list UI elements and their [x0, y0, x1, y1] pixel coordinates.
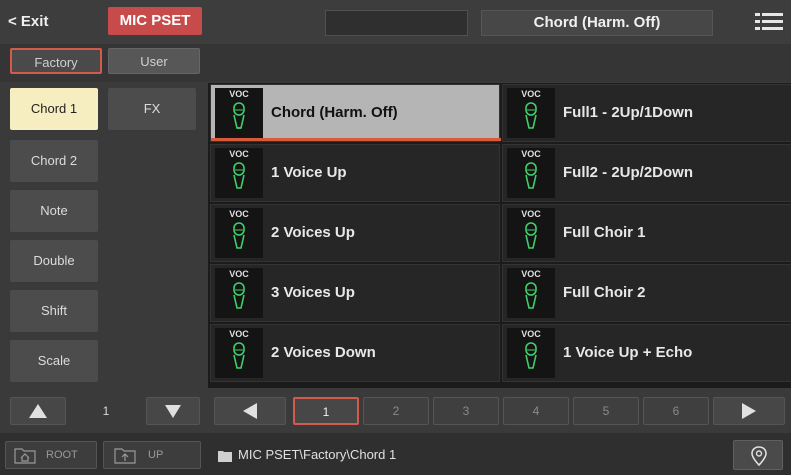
preset-2-voices-down[interactable]: VOC 2 Voices Down — [210, 324, 500, 382]
microphone-icon — [233, 102, 245, 129]
voc-tag: VOC — [521, 89, 541, 99]
tab-user[interactable]: User — [108, 48, 200, 74]
microphone-icon — [233, 342, 245, 369]
preset-1-voice-up-echo[interactable]: VOC 1 Voice Up + Echo — [502, 324, 791, 382]
preset-full1-2up-1down[interactable]: VOC Full1 - 2Up/1Down — [502, 84, 791, 142]
voc-tag: VOC — [521, 269, 541, 279]
root-button[interactable]: ROOT — [5, 441, 97, 469]
selected-preset-display[interactable]: Chord (Harm. Off) — [481, 10, 713, 36]
voc-tag: VOC — [229, 209, 249, 219]
category-double[interactable]: Double — [10, 240, 98, 282]
preset-label: 1 Voice Up — [271, 164, 347, 181]
voc-tag: VOC — [229, 329, 249, 339]
microphone-icon — [233, 222, 245, 249]
preset-label: Full2 - 2Up/2Down — [563, 164, 694, 181]
category-fx[interactable]: FX — [108, 88, 196, 130]
page-next-button[interactable] — [713, 397, 785, 425]
voc-badge: VOC — [215, 328, 263, 378]
folder-icon — [218, 449, 232, 462]
preset-label: 1 Voice Up + Echo — [563, 344, 693, 361]
voc-badge: VOC — [215, 148, 263, 198]
current-path: MIC PSET\Factory\Chord 1 — [238, 447, 397, 462]
preset-label: 2 Voices Down — [271, 344, 376, 361]
preset-1-voice-up[interactable]: VOC 1 Voice Up — [210, 144, 500, 202]
preset-2-voices-up[interactable]: VOC 2 Voices Up — [210, 204, 500, 262]
preset-label: 2 Voices Up — [271, 224, 355, 241]
preset-full-choir-1[interactable]: VOC Full Choir 1 — [502, 204, 791, 262]
folder-home-icon — [14, 448, 36, 464]
voc-badge: VOC — [215, 208, 263, 258]
voc-badge: VOC — [507, 208, 555, 258]
page-prev-button[interactable] — [214, 397, 286, 425]
voc-tag: VOC — [229, 89, 249, 99]
microphone-icon — [525, 282, 537, 309]
exit-button[interactable]: < Exit — [8, 8, 94, 36]
top-empty-field — [325, 10, 468, 36]
voc-badge: VOC — [507, 148, 555, 198]
location-pin-icon — [751, 446, 767, 466]
category-scroll-down-button[interactable] — [146, 397, 200, 425]
voc-badge: VOC — [507, 268, 555, 318]
root-label: ROOT — [46, 449, 78, 461]
category-page-indicator: 1 — [72, 397, 140, 425]
triangle-left-icon — [243, 403, 257, 419]
mic-pset-mode-badge[interactable]: MIC PSET — [108, 7, 202, 35]
preset-label: Full Choir 2 — [563, 284, 646, 301]
microphone-icon — [525, 162, 537, 189]
category-note[interactable]: Note — [10, 190, 98, 232]
voc-tag: VOC — [521, 329, 541, 339]
hamburger-menu-icon[interactable] — [755, 11, 783, 33]
up-label: UP — [148, 449, 164, 461]
triangle-up-icon — [29, 404, 47, 418]
voc-tag: VOC — [229, 149, 249, 159]
triangle-right-icon — [742, 403, 756, 419]
page-4[interactable]: 4 — [503, 397, 569, 425]
page-1[interactable]: 1 — [293, 397, 359, 425]
voc-tag: VOC — [229, 269, 249, 279]
page-5[interactable]: 5 — [573, 397, 639, 425]
up-button[interactable]: UP — [103, 441, 201, 469]
voc-badge: VOC — [507, 88, 555, 138]
microphone-icon — [233, 162, 245, 189]
category-shift[interactable]: Shift — [10, 290, 98, 332]
category-scroll-up-button[interactable] — [10, 397, 66, 425]
page-3[interactable]: 3 — [433, 397, 499, 425]
voc-tag: VOC — [521, 209, 541, 219]
tab-factory[interactable]: Factory — [10, 48, 102, 74]
preset-3-voices-up[interactable]: VOC 3 Voices Up — [210, 264, 500, 322]
voc-badge: VOC — [507, 328, 555, 378]
folder-up-icon — [114, 448, 136, 464]
triangle-down-icon — [165, 405, 181, 418]
page-6[interactable]: 6 — [643, 397, 709, 425]
microphone-icon — [525, 342, 537, 369]
preset-label: Chord (Harm. Off) — [271, 104, 398, 121]
microphone-icon — [525, 102, 537, 129]
preset-label: Full1 - 2Up/1Down — [563, 104, 694, 121]
category-chord-1[interactable]: Chord 1 — [10, 88, 98, 130]
microphone-icon — [233, 282, 245, 309]
preset-label: 3 Voices Up — [271, 284, 355, 301]
category-chord-2[interactable]: Chord 2 — [10, 140, 98, 182]
preset-full-choir-2[interactable]: VOC Full Choir 2 — [502, 264, 791, 322]
category-scale[interactable]: Scale — [10, 340, 98, 382]
preset-full2-2up-2down[interactable]: VOC Full2 - 2Up/2Down — [502, 144, 791, 202]
voc-tag: VOC — [521, 149, 541, 159]
location-button[interactable] — [733, 440, 783, 470]
voc-badge: VOC — [215, 88, 263, 138]
preset-chord-harm-off[interactable]: VOC Chord (Harm. Off) — [210, 84, 501, 142]
selection-indicator — [211, 138, 501, 141]
page-2[interactable]: 2 — [363, 397, 429, 425]
voc-badge: VOC — [215, 268, 263, 318]
preset-label: Full Choir 1 — [563, 224, 646, 241]
microphone-icon — [525, 222, 537, 249]
